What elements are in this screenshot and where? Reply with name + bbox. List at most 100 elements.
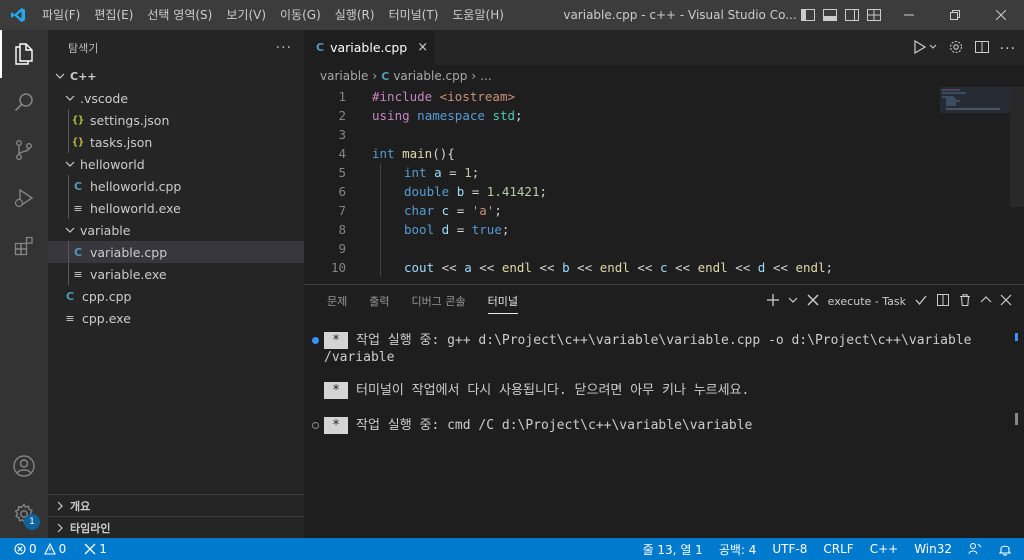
menu-file[interactable]: 파일(F) [35,0,87,30]
settings-gear-button[interactable] [948,39,964,58]
customize-layout-icon[interactable] [866,7,882,23]
tree-item-label: settings.json [90,112,170,128]
cursor-position[interactable]: 줄 13, 열 1 [635,538,711,560]
code-line: 5 int a = 1; [304,163,1024,182]
indentation-status[interactable]: 공백: 4 [711,538,765,560]
menu-help[interactable]: 도움말(H) [445,0,511,30]
search-icon [14,93,33,112]
indent-guide [380,163,381,182]
warning-icon [43,543,56,555]
tree-folder[interactable]: .vscode [48,87,304,109]
ports-status[interactable]: 1 [74,538,115,560]
breadcrumb-file[interactable]: variable.cpp [393,69,467,83]
explorer-activity[interactable] [0,30,48,78]
title-bar: 파일(F) 편집(E) 선택 영역(S) 보기(V) 이동(G) 실행(R) 터… [0,0,1024,30]
accounts-activity[interactable] [0,442,48,490]
tree-file[interactable]: ≡ variable.exe [48,263,304,285]
search-activity[interactable] [0,78,48,126]
code-token: endl [697,260,728,275]
platform-status[interactable]: Win32 [906,538,960,560]
task-terminal-label[interactable]: execute - Task [828,295,906,308]
line-number: 9 [338,241,346,256]
run-code-button[interactable] [912,39,938,58]
tree-folder[interactable]: variable [48,219,304,241]
timeline-section[interactable]: 타임라인 [48,516,304,538]
tab-problems[interactable]: 문제 [316,285,358,318]
encoding-status[interactable]: UTF-8 [764,538,815,560]
menu-terminal[interactable]: 터미널(T) [382,0,446,30]
extensions-activity[interactable] [0,222,48,270]
run-debug-icon [14,188,34,208]
tree-file-selected[interactable]: C variable.cpp [48,241,304,263]
terminal-line: * 작업 실행 중: cmd /C d:\Project\c++\variable… [324,417,752,434]
indent-guide [68,263,69,285]
chevron-down-icon[interactable] [788,295,798,308]
code-token: = [449,203,472,218]
tab-output[interactable]: 출력 [358,285,400,318]
tree-file[interactable]: {} tasks.json [48,131,304,153]
json-file-icon: {} [71,114,85,126]
menu-view[interactable]: 보기(V) [219,0,273,30]
breadcrumb-folder[interactable]: variable [320,69,368,83]
error-icon [14,543,26,555]
more-actions-button[interactable]: ··· [276,40,292,56]
menu-selection[interactable]: 선택 영역(S) [140,0,219,30]
notifications-button[interactable] [990,538,1024,560]
source-control-activity[interactable] [0,126,48,174]
chevron-right-icon [52,520,68,536]
tree-file[interactable]: C helloworld.cpp [48,175,304,197]
files-icon [15,43,33,65]
restore-button[interactable] [932,0,978,30]
tree-file[interactable]: C cpp.cpp [48,285,304,307]
terminal-scrollbar[interactable] [1015,413,1018,425]
close-panel-button[interactable] [1000,294,1012,309]
tree-file[interactable]: ≡ cpp.exe [48,307,304,329]
code-token: namespace [417,108,485,123]
language-mode[interactable]: C++ [862,538,907,560]
tree-file[interactable]: ≡ helloworld.exe [48,197,304,219]
toggle-sidebar-icon[interactable] [800,7,816,23]
plus-icon [766,294,779,306]
feedback-button[interactable] [960,538,990,560]
code-editor[interactable]: 1 #include <iostream> 2 using namespace … [304,87,1024,284]
minimize-button[interactable] [886,0,932,30]
menu-edit[interactable]: 편집(E) [87,0,140,30]
maximize-panel-button[interactable] [980,294,992,309]
manage-activity[interactable]: 1 [0,490,48,538]
code-token: ; [471,165,480,180]
terminal-text: 작업 실행 중: g++ d:\Project\c++\variable\var… [356,333,972,348]
outline-section[interactable]: 개요 [48,494,304,516]
code-token: ; [494,203,502,218]
close-window-button[interactable] [978,0,1024,30]
tree-root-folder[interactable]: C++ [48,65,304,87]
editor-scrollbar[interactable] [1010,87,1024,207]
menu-go[interactable]: 이동(G) [273,0,328,30]
problems-status[interactable]: 0 0 [0,538,74,560]
indent-guide [68,131,69,153]
split-terminal-button[interactable] [936,293,950,310]
eol-status[interactable]: CRLF [815,538,861,560]
code-token: true [471,222,502,237]
tree-item-label: variable.cpp [90,244,168,260]
run-debug-activity[interactable] [0,174,48,222]
new-terminal-button[interactable] [766,293,780,310]
tab-debug-console[interactable]: 디버그 콘솔 [401,285,477,318]
terminal-scroll-marker [1015,333,1018,341]
toggle-panel-icon[interactable] [822,7,838,23]
tab-close-button[interactable]: × [417,40,428,55]
tab-variable-cpp[interactable]: C variable.cpp × [304,30,434,65]
kill-terminal-button[interactable] [958,293,972,310]
chevron-down-icon [52,68,68,84]
explorer-title: 탐색기 [68,41,99,55]
toggle-secondary-sidebar-icon[interactable] [844,7,860,23]
tab-terminal[interactable]: 터미널 [477,285,529,318]
menu-run[interactable]: 실행(R) [328,0,382,30]
minimap[interactable] [940,87,1010,147]
tree-file[interactable]: {} settings.json [48,109,304,131]
editor-more-button[interactable]: ··· [1000,41,1016,57]
breadcrumb-ellipsis[interactable]: ... [480,69,491,83]
cpp-file-icon: C [381,69,390,83]
split-editor-button[interactable] [974,39,990,58]
tree-folder[interactable]: helloworld [48,153,304,175]
